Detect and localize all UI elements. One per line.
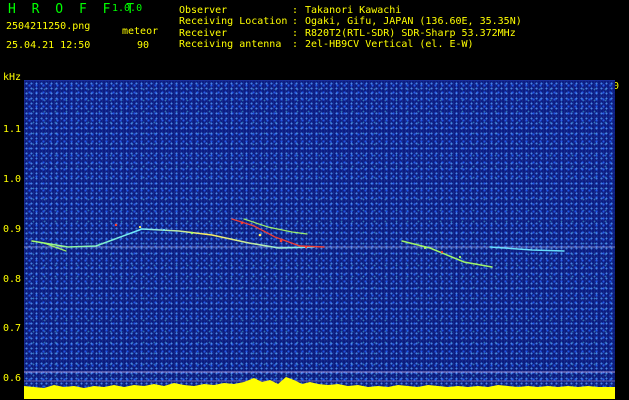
file-name: 2504211250.png <box>6 21 91 32</box>
hrofft-window: H R O F F T 1.0.0 2504211250.png 25.04.2… <box>0 0 629 400</box>
app-version: 1.0.0 <box>112 3 143 14</box>
observer-separator: : <box>292 5 299 16</box>
receiving-location-separator: : <box>292 16 299 27</box>
signal-dots <box>114 221 462 259</box>
receiver-label: Receiver <box>179 28 228 39</box>
y-tick-0-7: 0.7 <box>3 323 22 334</box>
meteor-trace-main <box>31 228 315 249</box>
y-tick-0-6: 0.6 <box>3 373 22 384</box>
receiving-antenna-label: Receiving antenna <box>179 39 282 50</box>
receiving-antenna-separator: : <box>292 39 299 50</box>
meteor-trace-right <box>401 240 493 268</box>
waterfall-plot <box>24 80 615 399</box>
bottom-level-bar <box>24 377 615 399</box>
receiving-antenna-value: 2el-HB9CV Vertical (el. E-W) <box>305 39 474 50</box>
y-tick-0-8: 0.8 <box>3 274 22 285</box>
y-tick-0-9: 0.9 <box>3 224 22 235</box>
timestamp: 25.04.21 12:50 <box>6 40 91 51</box>
plot-overlay <box>24 218 615 399</box>
receiving-location-label: Receiving Location <box>179 16 288 27</box>
y-axis-unit: kHz <box>3 72 22 83</box>
receiver-separator: : <box>292 28 299 39</box>
mode-value: 90 <box>137 40 150 51</box>
observer-value: Takanori Kawachi <box>305 5 402 16</box>
receiving-location-value: Ogaki, Gifu, JAPAN (136.60E, 35.35N) <box>305 16 522 27</box>
receiver-value: R820T2(RTL-SDR) SDR-Sharp 53.372MHz <box>305 28 516 39</box>
y-tick-1-1: 1.1 <box>3 124 22 135</box>
observer-label: Observer <box>179 5 228 16</box>
y-tick-1-0: 1.0 <box>3 174 22 185</box>
mode-label: meteor <box>122 26 159 37</box>
meteor-trace-far-right <box>489 246 565 252</box>
